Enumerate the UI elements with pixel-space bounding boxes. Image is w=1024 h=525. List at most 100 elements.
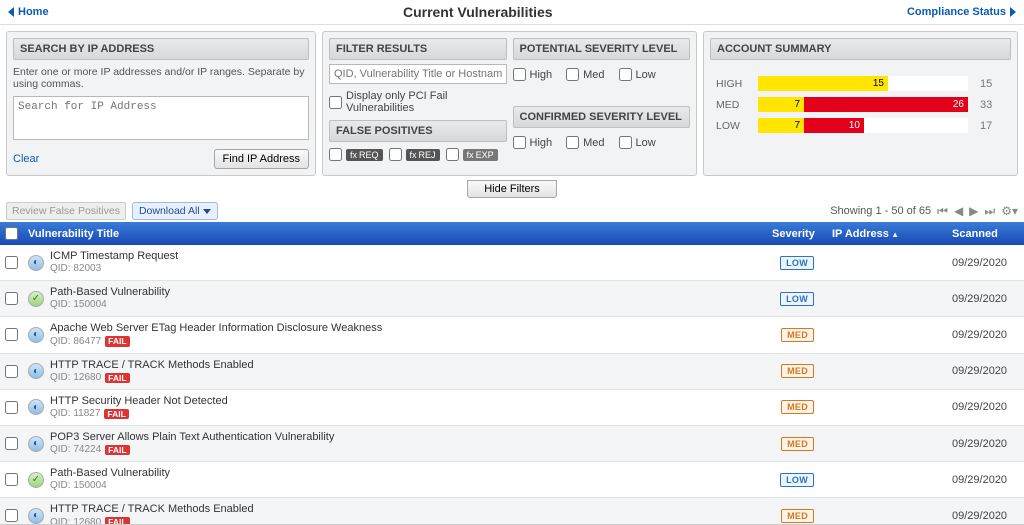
row-check[interactable] bbox=[5, 509, 18, 522]
potential-high[interactable]: High bbox=[513, 68, 553, 81]
compliance-link[interactable]: Compliance Status bbox=[907, 6, 1016, 18]
severity-badge: MED bbox=[781, 328, 814, 342]
confirmed-med[interactable]: Med bbox=[566, 136, 604, 149]
severity-badge: MED bbox=[781, 364, 814, 378]
scanned-cell: 09/29/2020 bbox=[946, 288, 1024, 310]
vuln-qid: QID: 86477FAIL bbox=[50, 336, 382, 348]
ip-cell bbox=[826, 294, 946, 304]
scanned-cell: 09/29/2020 bbox=[946, 433, 1024, 455]
row-check[interactable] bbox=[5, 401, 18, 414]
table-row[interactable]: ◐HTTP TRACE / TRACK Methods EnabledQID: … bbox=[0, 354, 1024, 390]
search-heading: SEARCH BY IP ADDRESS bbox=[13, 38, 309, 60]
select-all-check[interactable] bbox=[5, 227, 18, 240]
scanned-cell: 09/29/2020 bbox=[946, 324, 1024, 346]
ip-cell bbox=[826, 402, 946, 412]
row-check[interactable] bbox=[5, 473, 18, 486]
row-check[interactable] bbox=[5, 256, 18, 269]
acct-label: LOW bbox=[716, 120, 750, 132]
hide-filters-button[interactable]: Hide Filters bbox=[467, 180, 557, 198]
showing-text: Showing 1 - 50 of 65 bbox=[830, 205, 931, 217]
ip-cell bbox=[826, 511, 946, 521]
vuln-title: Apache Web Server ETag Header Informatio… bbox=[50, 322, 382, 335]
acct-bar: 710 bbox=[758, 118, 968, 133]
pager-last-icon[interactable]: ⏭ bbox=[984, 204, 995, 219]
globe-icon: ◐ bbox=[28, 508, 44, 524]
acct-bar: 15 bbox=[758, 76, 968, 91]
table-row[interactable]: ✓Path-Based VulnerabilityQID: 150004LOW0… bbox=[0, 462, 1024, 498]
col-title[interactable]: Vulnerability Title bbox=[22, 223, 766, 245]
account-heading: ACCOUNT SUMMARY bbox=[710, 38, 1011, 60]
false-positives-heading: FALSE POSITIVES bbox=[329, 120, 507, 142]
row-check[interactable] bbox=[5, 292, 18, 305]
bar-yellow: 7 bbox=[758, 97, 804, 112]
potential-low[interactable]: Low bbox=[619, 68, 656, 81]
pager-next-icon[interactable]: ▶ bbox=[969, 204, 978, 218]
ip-cell bbox=[826, 475, 946, 485]
fail-badge: FAIL bbox=[105, 445, 129, 455]
acct-total: 15 bbox=[980, 78, 992, 90]
scanned-cell: 09/29/2020 bbox=[946, 505, 1024, 525]
table-row[interactable]: ◐ Apache Web Server ETag Header Informati… bbox=[0, 317, 1024, 353]
severity-badge: MED bbox=[781, 509, 814, 523]
row-check[interactable] bbox=[5, 365, 18, 378]
clear-link[interactable]: Clear bbox=[13, 153, 39, 165]
scanned-cell: 09/29/2020 bbox=[946, 396, 1024, 418]
shield-icon: ✓ bbox=[28, 472, 44, 488]
find-ip-button[interactable]: Find IP Address bbox=[214, 149, 309, 169]
potential-med[interactable]: Med bbox=[566, 68, 604, 81]
bar-red: 26 bbox=[804, 97, 968, 112]
vuln-title: HTTP TRACE / TRACK Methods Enabled bbox=[50, 503, 254, 516]
acct-bar: 726 bbox=[758, 97, 968, 112]
confirmed-high[interactable]: High bbox=[513, 136, 553, 149]
ip-search-input[interactable] bbox=[13, 96, 309, 140]
severity-badge: LOW bbox=[780, 256, 814, 270]
pager-prev-icon[interactable]: ◀ bbox=[954, 204, 963, 218]
acct-row-med: MED72633 bbox=[716, 97, 1005, 112]
shield-icon: ✓ bbox=[28, 291, 44, 307]
ip-cell bbox=[826, 330, 946, 340]
vuln-qid: QID: 150004 bbox=[50, 299, 170, 311]
fp-req-check[interactable]: fxREQ bbox=[329, 148, 383, 161]
chevron-down-icon bbox=[203, 209, 211, 214]
table-row[interactable]: ◐HTTP Security Header Not DetectedQID: 1… bbox=[0, 390, 1024, 426]
vuln-qid: QID: 12680FAIL bbox=[50, 372, 254, 384]
scanned-cell: 09/29/2020 bbox=[946, 360, 1024, 382]
home-link[interactable]: Home bbox=[8, 6, 49, 18]
vuln-title: Path-Based Vulnerability bbox=[50, 286, 170, 299]
vuln-title: HTTP Security Header Not Detected bbox=[50, 395, 228, 408]
table-row[interactable]: ✓Path-Based VulnerabilityQID: 150004LOW0… bbox=[0, 281, 1024, 317]
vuln-title: POP3 Server Allows Plain Text Authentica… bbox=[50, 431, 334, 444]
row-check[interactable] bbox=[5, 437, 18, 450]
fail-badge: FAIL bbox=[105, 373, 129, 383]
row-check[interactable] bbox=[5, 328, 18, 341]
col-scanned[interactable]: Scanned bbox=[946, 223, 1024, 245]
table-row[interactable]: ◐POP3 Server Allows Plain Text Authentic… bbox=[0, 426, 1024, 462]
globe-icon: ◐ bbox=[28, 327, 44, 343]
acct-label: MED bbox=[716, 99, 750, 111]
pager-first-icon[interactable]: ⏮ bbox=[937, 204, 948, 219]
col-severity[interactable]: Severity bbox=[766, 223, 826, 245]
severity-badge: MED bbox=[781, 400, 814, 414]
vuln-qid: QID: 74224FAIL bbox=[50, 444, 334, 456]
acct-total: 17 bbox=[980, 120, 992, 132]
ip-cell bbox=[826, 439, 946, 449]
download-all-button[interactable]: Download All bbox=[132, 202, 218, 220]
page-title: Current Vulnerabilities bbox=[403, 4, 553, 20]
vuln-qid: QID: 150004 bbox=[50, 480, 170, 492]
gear-icon[interactable]: ⚙▾ bbox=[1001, 204, 1018, 218]
qid-input[interactable] bbox=[329, 64, 507, 84]
vuln-qid: QID: 82003 bbox=[50, 263, 178, 275]
fail-badge: FAIL bbox=[105, 517, 129, 525]
col-ip[interactable]: IP Address bbox=[826, 223, 946, 245]
table-row[interactable]: ◐HTTP TRACE / TRACK Methods EnabledQID: … bbox=[0, 498, 1024, 525]
confirmed-heading: CONFIRMED SEVERITY LEVEL bbox=[513, 106, 691, 128]
pci-only-check[interactable]: Display only PCI Fail Vulnerabilities bbox=[329, 90, 507, 114]
ip-cell bbox=[826, 258, 946, 268]
fp-rej-check[interactable]: fxREJ bbox=[389, 148, 440, 161]
confirmed-low[interactable]: Low bbox=[619, 136, 656, 149]
fp-exp-check[interactable]: fxEXP bbox=[446, 148, 498, 161]
table-row[interactable]: ◐ICMP Timestamp RequestQID: 82003LOW09/2… bbox=[0, 245, 1024, 281]
account-panel: ACCOUNT SUMMARY HIGH1515MED72633LOW71017 bbox=[703, 31, 1018, 176]
fail-badge: FAIL bbox=[104, 409, 128, 419]
vuln-title: Path-Based Vulnerability bbox=[50, 467, 170, 480]
